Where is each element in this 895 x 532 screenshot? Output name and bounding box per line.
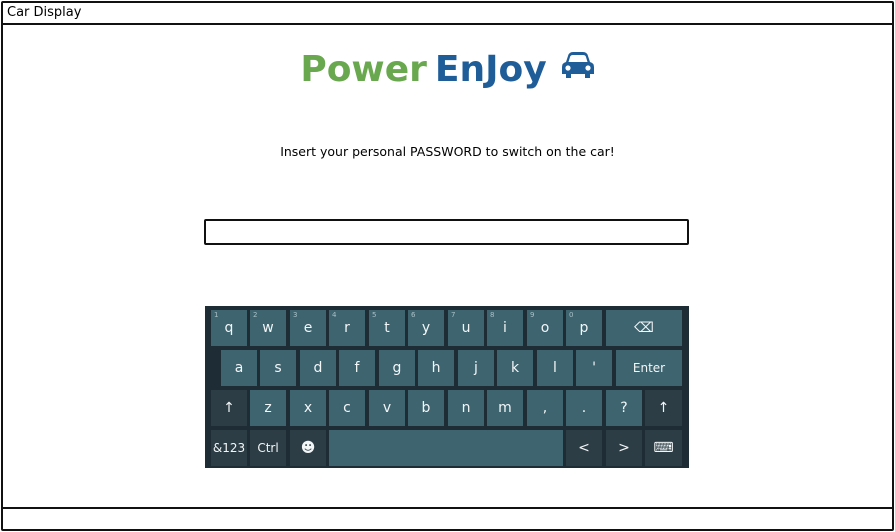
key-d[interactable]: d <box>300 350 336 386</box>
key-c[interactable]: c <box>329 390 365 426</box>
key-m[interactable]: m <box>487 390 523 426</box>
space-key[interactable] <box>329 430 563 466</box>
arrow-right-key[interactable]: > <box>606 430 642 466</box>
key-r[interactable]: 4r <box>329 310 365 346</box>
key-z[interactable]: z <box>250 390 286 426</box>
key-number-hint: 6 <box>411 311 416 319</box>
password-prompt: Insert your personal PASSWORD to switch … <box>280 144 615 159</box>
key-q[interactable]: 1q <box>211 310 247 346</box>
key-u[interactable]: 7u <box>448 310 484 346</box>
key-n[interactable]: n <box>448 390 484 426</box>
window-title: Car Display <box>3 3 892 25</box>
key-l[interactable]: l <box>537 350 573 386</box>
key-y[interactable]: 6y <box>408 310 444 346</box>
numbers-key[interactable]: &123 <box>211 430 247 466</box>
key-s[interactable]: s <box>260 350 296 386</box>
ctrl-key[interactable]: Ctrl <box>250 430 286 466</box>
emoji-icon: ☻ <box>300 440 316 456</box>
key-b[interactable]: b <box>408 390 444 426</box>
key-e[interactable]: 3e <box>290 310 326 346</box>
key-comma[interactable]: , <box>527 390 563 426</box>
key-number-hint: 3 <box>293 311 298 319</box>
key-number-hint: 2 <box>253 311 258 319</box>
key-a[interactable]: a <box>221 350 257 386</box>
shift-right-key[interactable]: ↑ <box>645 390 682 426</box>
key-number-hint: 1 <box>214 311 219 319</box>
key-label: y <box>421 320 431 336</box>
bottom-bar <box>3 507 892 529</box>
key-label: e <box>303 320 313 336</box>
password-input[interactable] <box>204 219 689 245</box>
key-label: w <box>262 320 274 336</box>
key-apostrophe[interactable]: ' <box>576 350 612 386</box>
key-o[interactable]: 9o <box>527 310 563 346</box>
keyboard-toggle-key[interactable]: ⌨ <box>645 430 682 466</box>
key-number-hint: 0 <box>569 311 574 319</box>
key-label: t <box>384 320 390 336</box>
key-label: u <box>461 320 471 336</box>
key-p[interactable]: 0p <box>566 310 602 346</box>
key-x[interactable]: x <box>290 390 326 426</box>
on-screen-keyboard: 1q 2w 3e 4r 5t 6y 7u 8i 9o 0p ⌫ a s d f … <box>205 306 689 468</box>
key-j[interactable]: j <box>458 350 494 386</box>
enter-key[interactable]: Enter <box>616 350 682 386</box>
key-label: r <box>344 320 350 336</box>
car-icon <box>561 45 595 91</box>
key-h[interactable]: h <box>418 350 454 386</box>
keyboard-icon: ⌨ <box>653 440 674 456</box>
power-enjoy-logo: Power EnJoy <box>3 47 892 93</box>
key-number-hint: 8 <box>490 311 495 319</box>
key-v[interactable]: v <box>369 390 405 426</box>
emoji-key[interactable]: ☻ <box>290 430 326 466</box>
key-number-hint: 9 <box>530 311 535 319</box>
key-question[interactable]: ? <box>606 390 642 426</box>
key-label: q <box>224 320 234 336</box>
key-w[interactable]: 2w <box>250 310 286 346</box>
arrow-left-key[interactable]: < <box>566 430 602 466</box>
logo-word-enjoy: EnJoy <box>434 49 547 90</box>
key-f[interactable]: f <box>339 350 375 386</box>
backspace-icon: ⌫ <box>634 320 654 336</box>
key-k[interactable]: k <box>497 350 533 386</box>
key-label: p <box>579 320 589 336</box>
shift-left-key[interactable]: ↑ <box>211 390 247 426</box>
key-number-hint: 7 <box>451 311 456 319</box>
key-label: i <box>503 320 507 336</box>
key-number-hint: 4 <box>332 311 337 319</box>
logo-word-power: Power <box>300 49 427 90</box>
key-number-hint: 5 <box>372 311 377 319</box>
key-label: o <box>540 320 550 336</box>
key-i[interactable]: 8i <box>487 310 523 346</box>
key-period[interactable]: . <box>566 390 602 426</box>
key-t[interactable]: 5t <box>369 310 405 346</box>
key-g[interactable]: g <box>379 350 415 386</box>
backspace-key[interactable]: ⌫ <box>606 310 682 346</box>
